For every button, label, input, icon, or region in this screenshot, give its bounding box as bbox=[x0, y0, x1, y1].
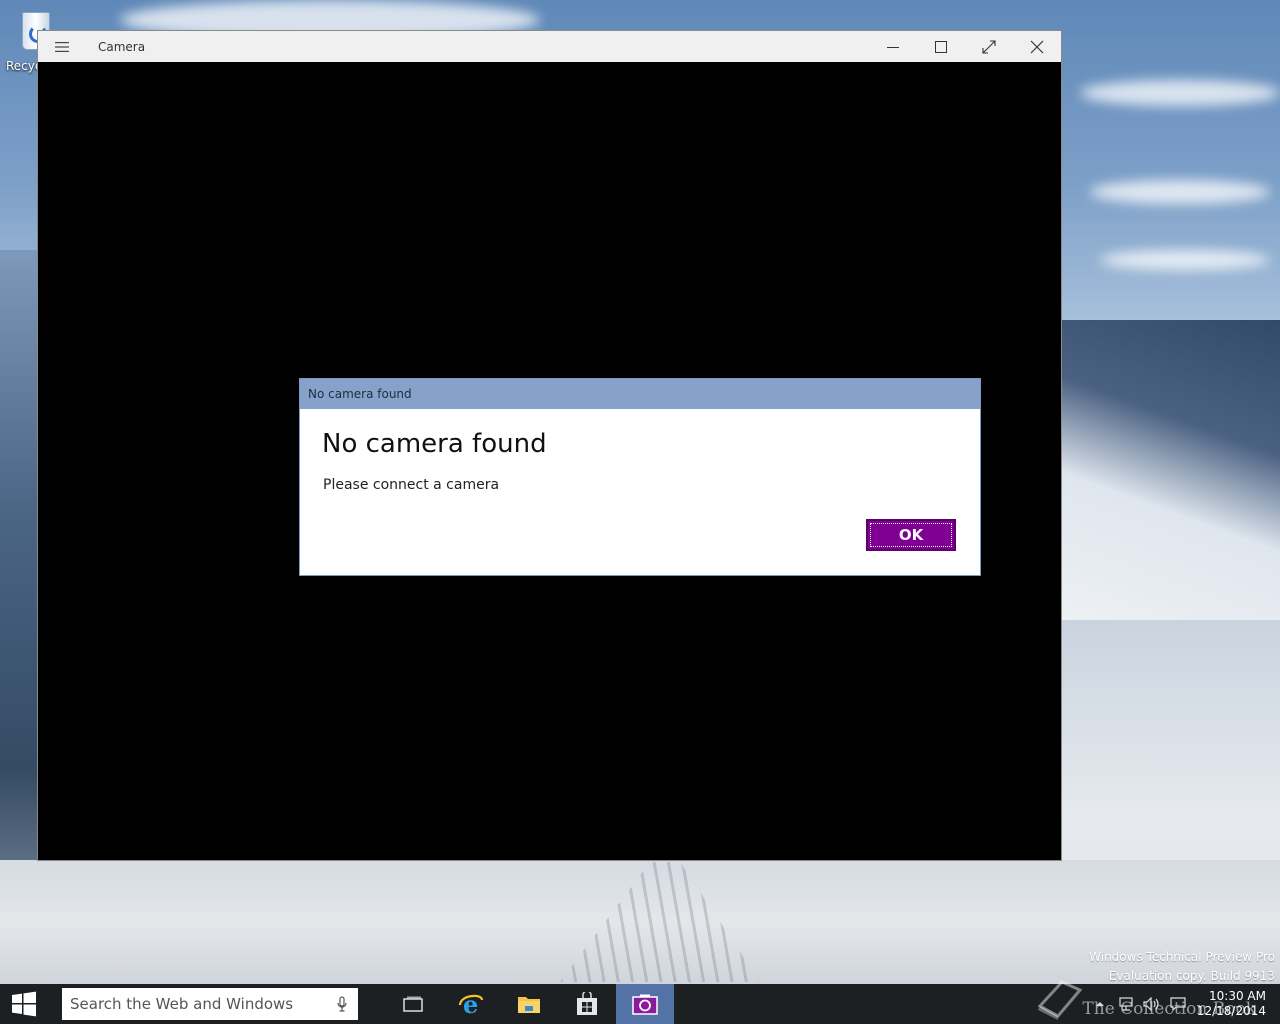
close-icon bbox=[1030, 40, 1044, 53]
minimize-button[interactable] bbox=[869, 31, 917, 62]
dialog-titlebar: No camera found bbox=[300, 379, 980, 409]
internet-explorer-button[interactable]: e bbox=[442, 984, 500, 1024]
file-explorer-button[interactable] bbox=[500, 984, 558, 1024]
dialog-heading: No camera found bbox=[322, 429, 547, 459]
file-explorer-icon bbox=[518, 997, 540, 1013]
minimize-icon bbox=[887, 46, 899, 48]
camera-icon bbox=[632, 994, 658, 1015]
maximize-button[interactable] bbox=[917, 31, 965, 62]
windows-watermark: Windows Technical Preview Pro Evaluation… bbox=[1089, 948, 1275, 986]
internet-explorer-icon: e bbox=[458, 991, 484, 1017]
maximize-icon bbox=[935, 40, 947, 53]
network-button[interactable] bbox=[1113, 984, 1139, 1024]
store-icon bbox=[577, 992, 597, 1015]
camera-taskbar-button[interactable] bbox=[616, 984, 674, 1024]
volume-button[interactable] bbox=[1139, 984, 1165, 1024]
taskbar-clock[interactable]: 10:30 AM 12/18/2014 bbox=[1197, 989, 1266, 1019]
ok-button[interactable]: OK bbox=[866, 519, 956, 551]
notification-icon bbox=[1170, 997, 1186, 1011]
task-view-button[interactable] bbox=[384, 984, 442, 1024]
start-button[interactable] bbox=[0, 984, 48, 1024]
search-input[interactable]: Search the Web and Windows bbox=[62, 988, 358, 1020]
hamburger-icon[interactable] bbox=[38, 31, 86, 62]
fullscreen-button[interactable] bbox=[965, 31, 1013, 62]
store-button[interactable] bbox=[558, 984, 616, 1024]
search-placeholder: Search the Web and Windows bbox=[70, 995, 294, 1013]
show-hidden-icons-button[interactable] bbox=[1087, 984, 1113, 1024]
chevron-up-icon bbox=[1095, 1002, 1104, 1006]
close-button[interactable] bbox=[1013, 31, 1061, 62]
network-icon bbox=[1119, 997, 1133, 1011]
windows-logo-icon bbox=[12, 991, 36, 1017]
clock-date: 12/18/2014 bbox=[1196, 1004, 1266, 1018]
book-watermark-icon bbox=[1037, 980, 1083, 1020]
taskbar: Search the Web and Windows e The Collect… bbox=[0, 980, 1280, 1024]
speaker-icon bbox=[1143, 997, 1159, 1011]
action-center-button[interactable] bbox=[1165, 984, 1191, 1024]
watermark-edition: Windows Technical Preview Pro bbox=[1089, 950, 1275, 964]
clock-time: 10:30 AM bbox=[1209, 989, 1266, 1003]
window-titlebar[interactable]: Camera bbox=[38, 31, 1061, 62]
dialog-message: Please connect a camera bbox=[323, 477, 500, 493]
fullscreen-icon bbox=[982, 39, 996, 54]
microphone-icon bbox=[337, 996, 347, 1012]
no-camera-dialog: No camera found No camera found Please c… bbox=[299, 378, 981, 576]
task-view-icon bbox=[403, 996, 423, 1012]
system-tray: 10:30 AM 12/18/2014 bbox=[1087, 984, 1280, 1024]
window-title: Camera bbox=[98, 39, 146, 54]
